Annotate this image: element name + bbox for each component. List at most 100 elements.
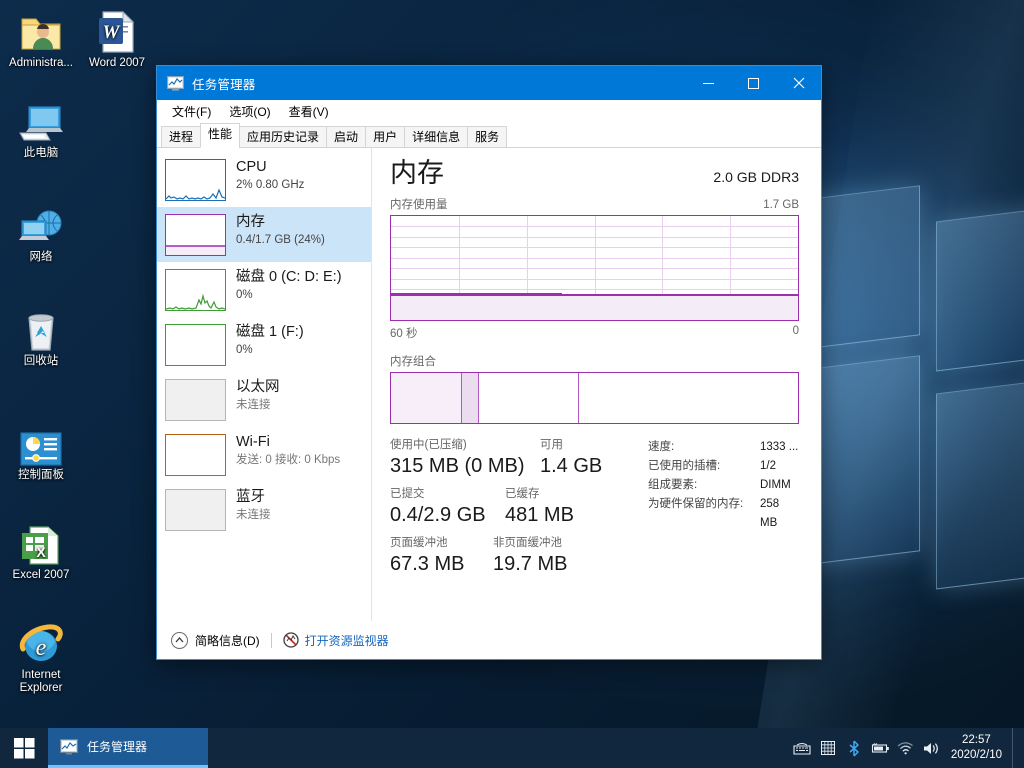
desktop-icon-excel[interactable]: X Excel 2007 [2,518,80,582]
graph-title: 内存使用量 [390,199,448,211]
stat-nonpaged-pool: 非页面缓冲池 19.7 MB [493,536,567,577]
title-bar: 任务管理器 [157,66,821,100]
window-title: 任务管理器 [192,77,256,92]
desktop-icon-administrator[interactable]: Administra... [2,6,80,70]
stat-value: 67.3 MB [390,553,465,575]
statistics-right-column: 速度: 1333 ... 已使用的插槽: 1/2 组成要素: DIMM 为硬件保… [648,438,799,585]
sidebar-item-disk-1[interactable]: 磁盘 1 (F:) 0% [157,317,371,372]
desktop-icon-word[interactable]: W Word 2007 [78,6,156,70]
desktop-icon-recycle-bin[interactable]: 回收站 [2,304,80,368]
start-button[interactable] [0,728,48,768]
graph-label-row: 内存使用量 1.7 GB [390,196,799,212]
resource-monitor-icon [283,632,299,648]
battery-icon[interactable] [867,728,893,768]
menu-file[interactable]: 文件(F) [163,100,220,123]
wifi-thumbnail-graph [165,434,226,476]
spec-row-form-factor: 组成要素: DIMM [648,476,799,495]
show-desktop-button[interactable] [1012,728,1018,768]
tab-details[interactable]: 详细信息 [404,126,469,148]
ethernet-thumbnail-graph [165,379,226,421]
sidebar-item-cpu[interactable]: CPU 2% 0.80 GHz [157,152,371,207]
maximize-button[interactable] [731,66,776,100]
graph-axis-labels: 60 秒 0 [390,325,799,341]
spec-value: 1/2 [760,460,776,472]
stat-row-inuse-available: 使用中(已压缩) 315 MB (0 MB) 可用 1.4 GB [390,438,640,479]
stat-value: 315 MB (0 MB) [390,455,525,477]
sidebar-item-sub: 0% [236,289,253,301]
sidebar-item-wifi[interactable]: Wi-Fi 发送: 0 接收: 0 Kbps [157,427,371,482]
stat-value: 1.4 GB [540,455,603,477]
excel-icon: X [2,518,80,566]
sidebar-item-sub: 0.4/1.7 GB (24%) [236,234,325,246]
spec-label: 已使用的插槽: [648,460,721,472]
cpu-thumbnail-graph [165,159,226,201]
statistics-left-column: 使用中(已压缩) 315 MB (0 MB) 可用 1.4 GB 已提交 0.4… [390,438,640,585]
desktop-icon-label: Word 2007 [88,57,146,69]
spec-label: 为硬件保留的内存: [648,498,744,510]
memory-spec: 2.0 GB DDR3 [713,169,799,185]
internet-explorer-icon: e [2,618,80,666]
spec-value: 258 MB [760,498,780,529]
taskbar: 任务管理器 22:57 2020/2/10 [0,728,1024,768]
task-manager-icon [60,738,78,755]
desktop-icon-control-panel[interactable]: 控制面板 [2,418,80,482]
stat-label: 页面缓冲池 [390,537,448,549]
bluetooth-icon[interactable] [841,728,867,768]
close-button[interactable] [776,66,821,100]
tab-startup[interactable]: 启动 [326,126,367,148]
stat-value: 0.4/2.9 GB [390,504,486,526]
composition-segment-standby [479,373,580,423]
footer-divider [270,632,272,648]
graph-time-right: 0 [792,325,799,337]
sidebar-item-bluetooth[interactable]: 蓝牙 未连接 [157,482,371,537]
memory-composition-bar[interactable] [390,372,799,424]
tab-strip: 进程 性能 应用历史记录 启动 用户 详细信息 服务 [157,123,821,148]
chevron-up-icon[interactable] [171,631,188,649]
clock-date: 2020/2/10 [950,749,1002,761]
window-footer: 简略信息(D) 打开资源监视器 [157,621,821,659]
network-icon [2,200,80,248]
svg-text:X: X [36,544,46,560]
sidebar-item-memory[interactable]: 内存 0.4/1.7 GB (24%) [157,207,371,262]
spec-label: 速度: [648,441,675,453]
taskbar-clock[interactable]: 22:57 2020/2/10 [945,733,1012,763]
taskbar-item-task-manager[interactable]: 任务管理器 [48,728,208,768]
tab-processes[interactable]: 进程 [161,126,202,148]
desktop-icon-network[interactable]: 网络 [2,200,80,264]
desktop-icon-label: Excel 2007 [12,569,70,581]
tab-users[interactable]: 用户 [365,126,406,148]
desktop-icon-label: Administra... [9,57,73,69]
stat-label: 可用 [540,439,563,451]
desktop-icon-this-pc[interactable]: 此电脑 [2,96,80,160]
open-resource-monitor-link[interactable]: 打开资源监视器 [305,632,389,649]
ime-grid-icon[interactable] [815,728,841,768]
fewer-details-button[interactable]: 简略信息(D) [195,632,260,649]
disk1-thumbnail-graph [165,324,226,366]
keyboard-icon[interactable] [789,728,815,768]
memory-usage-graph[interactable] [390,215,799,321]
menu-view[interactable]: 查看(V) [280,100,338,123]
spec-value: DIMM [760,479,791,491]
sidebar-item-sub: 未连接 [236,509,271,521]
recycle-bin-icon [2,304,80,352]
stat-value: 481 MB [505,504,574,526]
sidebar-item-disk-0[interactable]: 磁盘 0 (C: D: E:) 0% [157,262,371,317]
graph-max-label: 1.7 GB [763,199,799,211]
menu-options[interactable]: 选项(O) [220,100,279,123]
wifi-icon[interactable] [893,728,919,768]
spec-label: 组成要素: [648,479,698,491]
minimize-button[interactable] [686,66,731,100]
window-body: CPU 2% 0.80 GHz 内存 0.4/1.7 GB (24%) 磁盘 0… [157,148,821,621]
sidebar-item-ethernet[interactable]: 以太网 未连接 [157,372,371,427]
spec-row-speed: 速度: 1333 ... [648,438,799,457]
tab-performance[interactable]: 性能 [200,123,241,148]
stat-available: 可用 1.4 GB [540,438,602,479]
this-pc-icon [2,96,80,144]
tab-app-history[interactable]: 应用历史记录 [239,126,328,148]
window-controls [686,66,821,100]
tab-services[interactable]: 服务 [467,126,508,148]
desktop-icon-internet-explorer[interactable]: e Internet Explorer [2,618,80,695]
page-title: 内存 [390,158,444,188]
svg-text:e: e [36,635,47,661]
volume-icon[interactable] [919,728,945,768]
